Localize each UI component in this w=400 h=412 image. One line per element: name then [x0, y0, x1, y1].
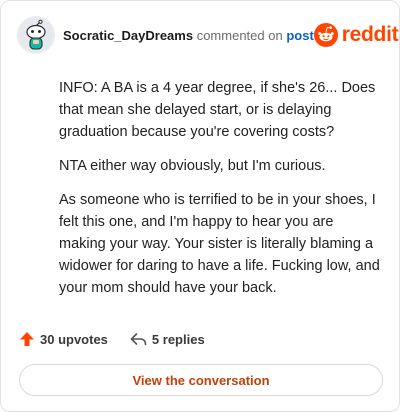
- upvote-stat[interactable]: 30 upvotes: [19, 331, 108, 347]
- comment-paragraph-3: As someone who is terrified to be in you…: [59, 192, 380, 296]
- action-text: commented on: [196, 27, 283, 43]
- upvote-count: 30 upvotes: [40, 331, 108, 347]
- brand-wordmark: reddit: [341, 23, 399, 46]
- comment-paragraph-2: NTA either way obviously, but I'm curiou…: [59, 158, 326, 174]
- comment-header: Socratic_DayDreams commented on post red…: [17, 15, 399, 55]
- reply-arrow-icon: [130, 333, 147, 346]
- view-conversation-button[interactable]: View the conversation: [19, 364, 383, 396]
- brand-logo[interactable]: reddit: [313, 23, 399, 47]
- comment-card: Socratic_DayDreams commented on post red…: [0, 0, 400, 412]
- reply-count: 5 replies: [151, 331, 205, 347]
- user-avatar[interactable]: [17, 16, 55, 54]
- post-link[interactable]: post: [286, 28, 313, 43]
- reddit-logo-icon: [313, 23, 338, 47]
- comment-paragraph-1: INFO: A BA is a 4 year degree, if she's …: [59, 80, 376, 140]
- comment-stats: 30 upvotes 5 replies: [19, 331, 205, 347]
- comment-meta: Socratic_DayDreams commented on post: [63, 28, 314, 43]
- comment-body: INFO: A BA is a 4 year degree, if she's …: [59, 77, 381, 311]
- snoo-avatar-icon: [19, 18, 53, 52]
- upvote-arrow-icon: [20, 332, 34, 346]
- username-link[interactable]: Socratic_DayDreams: [63, 28, 193, 43]
- reply-stat[interactable]: 5 replies: [130, 331, 205, 347]
